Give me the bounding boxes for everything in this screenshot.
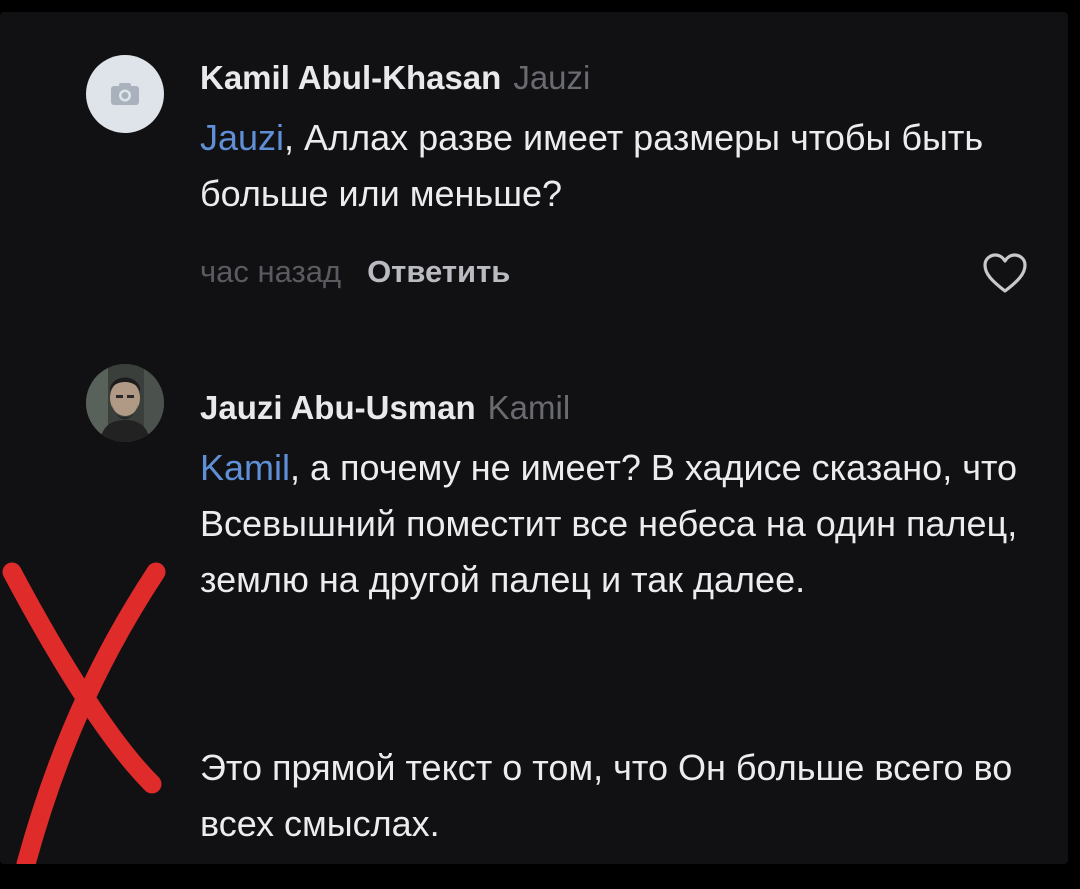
comment-header: Kamil Abul-Khasan Jauzi bbox=[200, 58, 590, 98]
camera-icon bbox=[111, 83, 139, 105]
user-photo bbox=[86, 364, 164, 442]
author-name[interactable]: Jauzi Abu-Usman bbox=[200, 389, 476, 426]
comment-body: , Аллах разве имеет размеры чтобы быть б… bbox=[200, 117, 984, 214]
comment-text-paragraph-2: Это прямой текст о том, что Он больше вс… bbox=[200, 747, 1013, 844]
mention-link[interactable]: Jauzi bbox=[200, 117, 284, 158]
heart-outline-icon bbox=[983, 253, 1027, 293]
comment-time: час назад bbox=[200, 254, 342, 289]
mention-link[interactable]: Kamil bbox=[200, 447, 290, 488]
avatar[interactable] bbox=[86, 55, 164, 133]
author-name[interactable]: Kamil Abul-Khasan bbox=[200, 59, 501, 96]
comment-thread: Kamil Abul-Khasan Jauzi Jauzi, Аллах разв… bbox=[0, 12, 1068, 864]
comment-header: Jauzi Abu-Usman Kamil bbox=[200, 388, 570, 428]
like-button[interactable] bbox=[980, 250, 1030, 296]
reply-to-name[interactable]: Jauzi bbox=[513, 59, 590, 96]
reply-button[interactable]: Ответить bbox=[367, 254, 510, 289]
comment-meta: час назад Ответить bbox=[200, 252, 510, 292]
reply-to-name[interactable]: Kamil bbox=[488, 389, 571, 426]
avatar[interactable] bbox=[86, 364, 164, 442]
comment-text: Kamil, а почему не имеет? В хадисе сказа… bbox=[200, 440, 1020, 608]
comment-body: , а почему не имеет? В хадисе сказано, ч… bbox=[200, 447, 1018, 600]
comment-text: Jauzi, Аллах разве имеет размеры чтобы б… bbox=[200, 110, 1020, 222]
